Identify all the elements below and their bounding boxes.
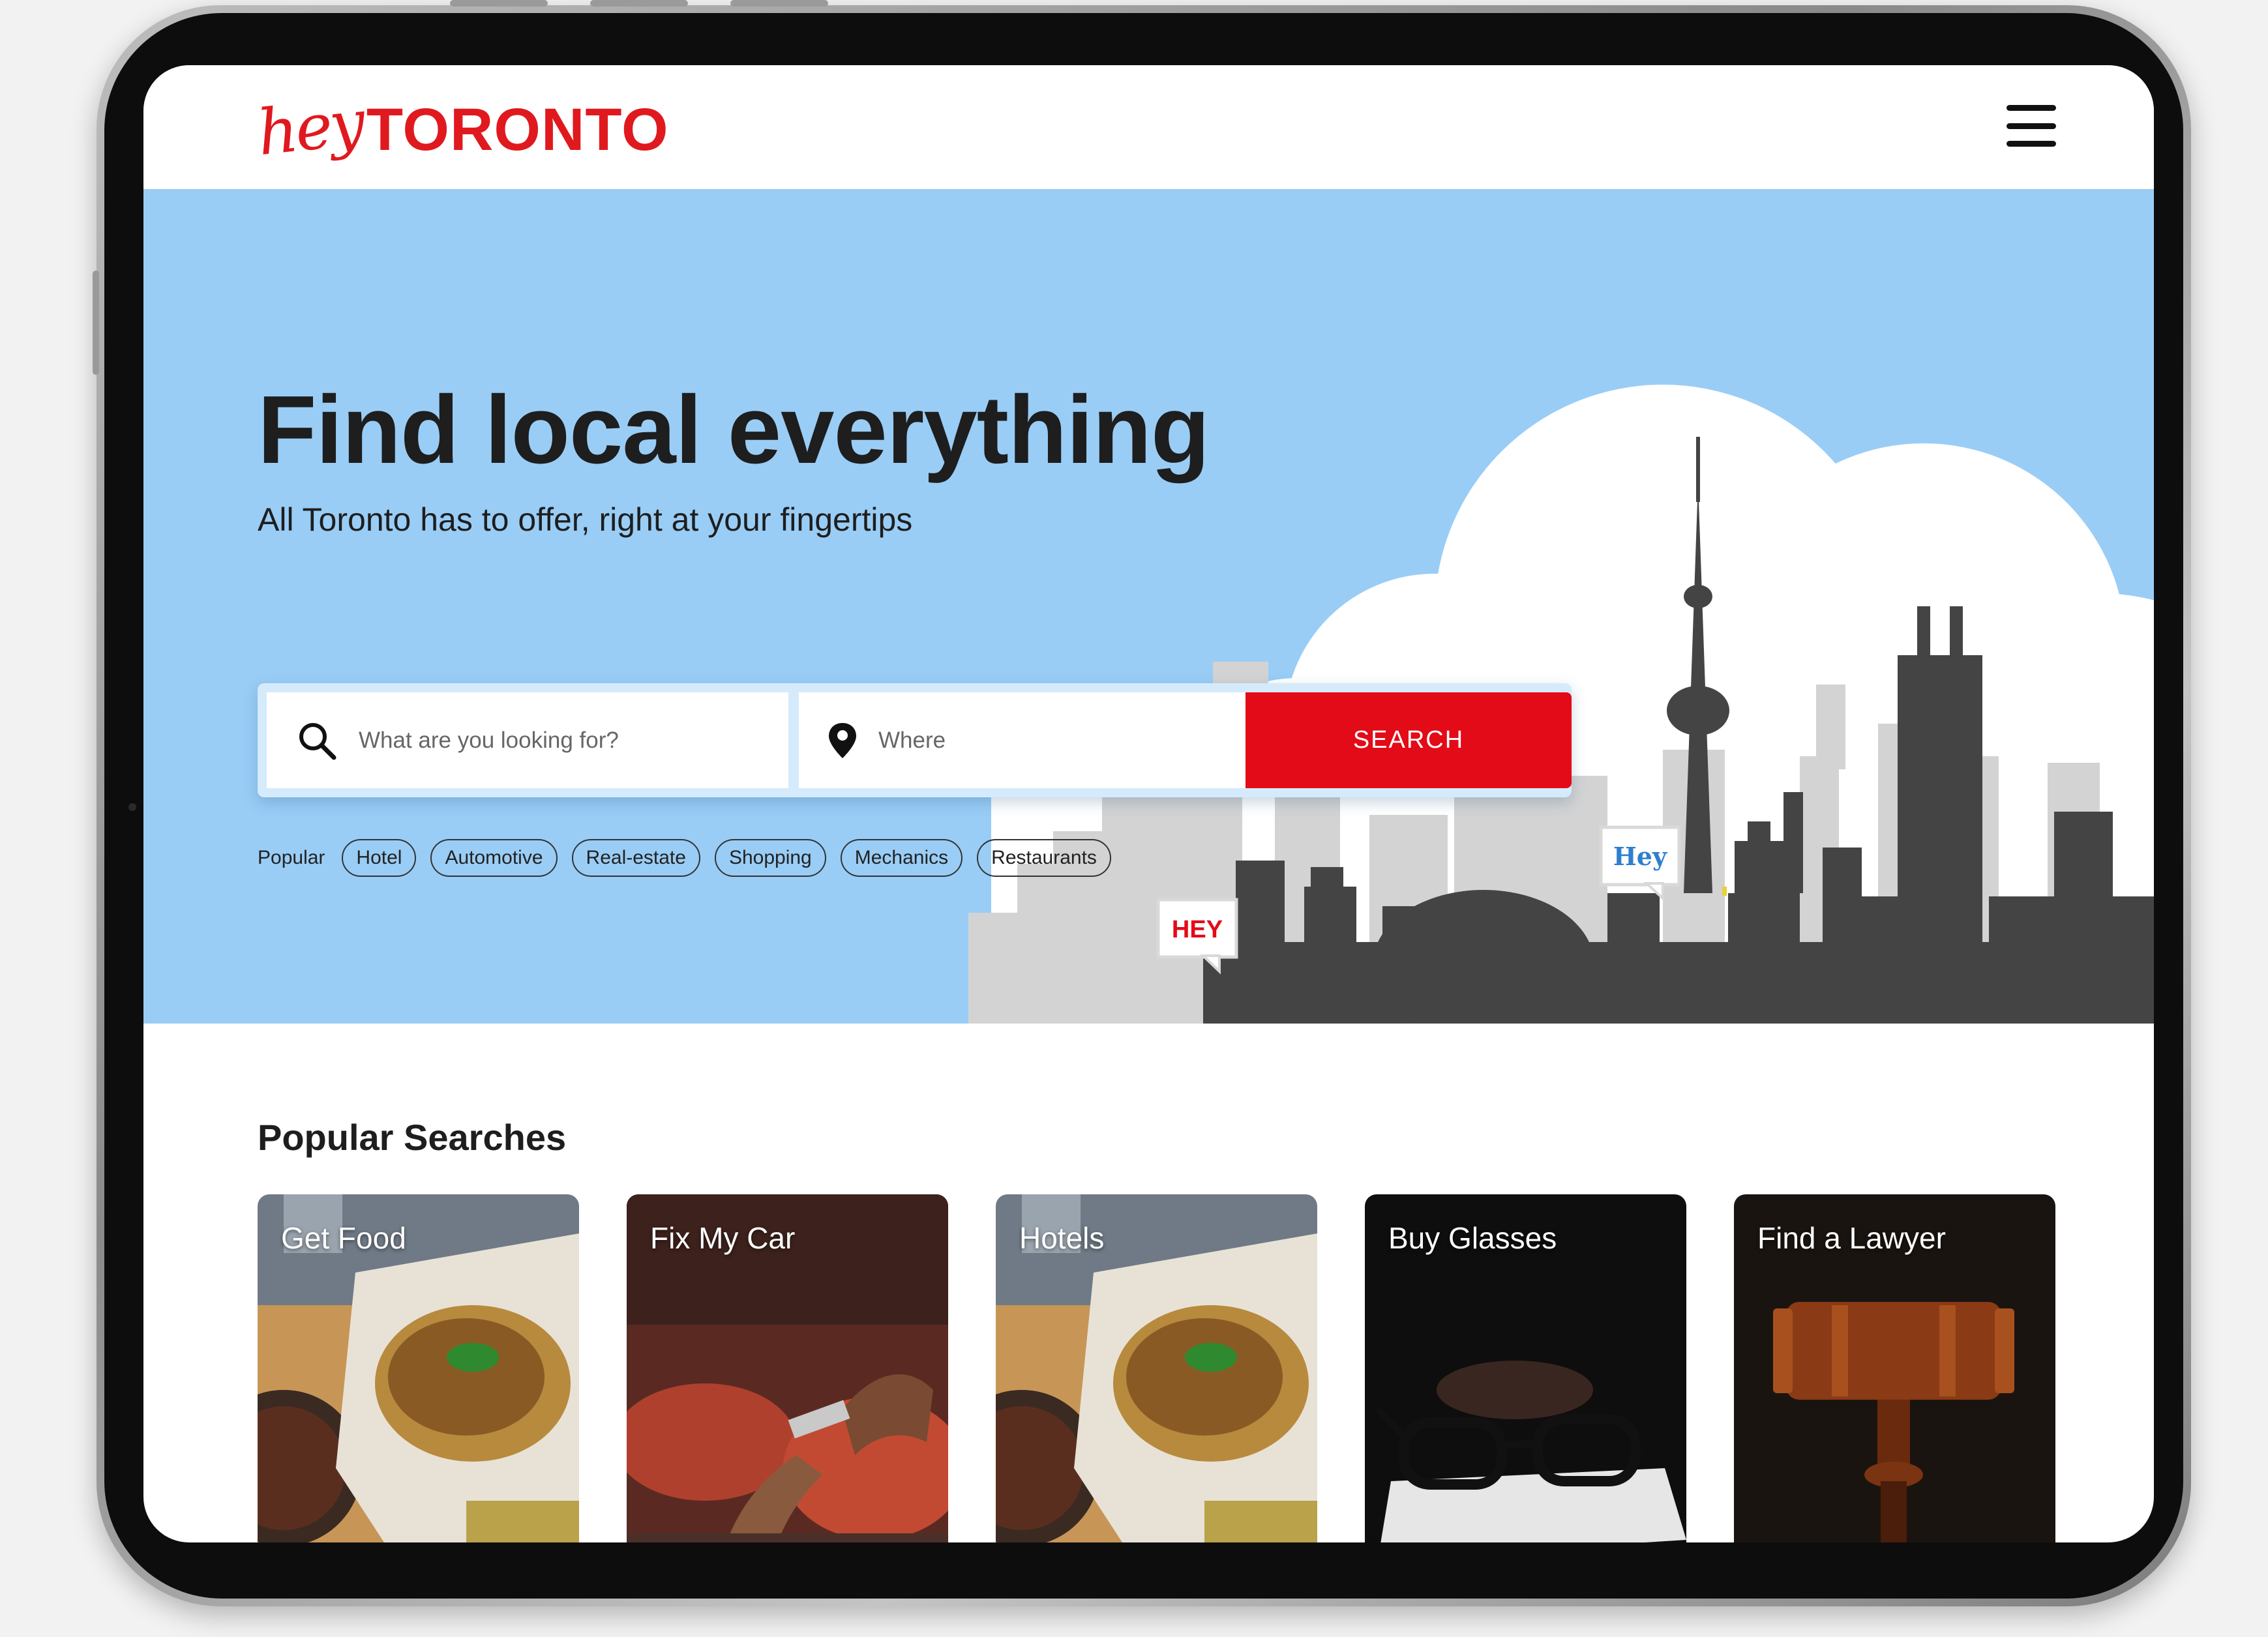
logo-script-text: hey (254, 85, 366, 170)
search-button[interactable]: SEARCH (1246, 692, 1572, 788)
card-label-fix-my-car: Fix My Car (650, 1221, 796, 1255)
card-label-hotels: Hotels (1019, 1221, 1105, 1255)
tablet-screen: hey TORONTO HEY Hey Find local everythin… (143, 65, 2154, 1542)
popular-searches-title: Popular Searches (258, 1117, 567, 1158)
search-icon (299, 722, 336, 760)
hamburger-menu-icon[interactable] (2007, 101, 2056, 151)
hey-toronto-logo[interactable]: hey TORONTO (254, 86, 669, 170)
menu-line (2007, 105, 2056, 111)
tag-hotel[interactable]: Hotel (342, 839, 417, 877)
front-camera (128, 803, 136, 811)
where-search-field[interactable] (799, 692, 1246, 788)
card-hotels[interactable]: Hotels (996, 1194, 1317, 1542)
tag-real-estate[interactable]: Real-estate (571, 839, 700, 877)
bubble-right-text: Hey (1613, 842, 1667, 871)
tag-mechanics[interactable]: Mechanics (840, 839, 963, 877)
top-button-right (730, 0, 828, 7)
bubble-left-text: HEY (1172, 916, 1223, 943)
hero-section: HEY Hey Find local everything All Toront… (143, 189, 2154, 1024)
card-label-get-food: Get Food (281, 1221, 406, 1255)
hero-subtitle: All Toronto has to offer, right at your … (258, 501, 913, 538)
card-fix-my-car[interactable]: Fix My Car (627, 1194, 948, 1542)
top-navigation-bar: hey TORONTO (143, 65, 2154, 189)
tag-automotive[interactable]: Automotive (430, 839, 558, 877)
card-buy-glasses[interactable]: Buy Glasses (1365, 1194, 1686, 1542)
card-get-food[interactable]: Get Food (258, 1194, 579, 1542)
card-label-find-a-lawyer: Find a Lawyer (1757, 1221, 1946, 1255)
tag-restaurants[interactable]: Restaurants (977, 839, 1111, 877)
tag-shopping[interactable]: Shopping (714, 839, 826, 877)
what-search-input[interactable] (357, 726, 777, 754)
location-pin-icon (829, 722, 856, 758)
popular-tags-row: Popular Hotel Automotive Real-estate Sho… (258, 838, 1126, 877)
hero-title: Find local everything (258, 376, 1210, 484)
what-search-field[interactable] (267, 692, 788, 788)
toronto-skyline-illustration: HEY Hey (968, 385, 2154, 1024)
top-button-mid (590, 0, 688, 7)
logo-word-text: TORONTO (366, 96, 669, 163)
search-bar: SEARCH (258, 683, 1572, 797)
where-search-input[interactable] (877, 726, 1237, 754)
card-find-a-lawyer[interactable]: Find a Lawyer (1734, 1194, 2055, 1542)
top-button-left (450, 0, 548, 7)
popular-searches-cards: Get Food Fix My Car Hotels Buy Glasses F… (258, 1194, 2057, 1542)
side-button (93, 271, 99, 375)
popular-label: Popular (258, 847, 325, 868)
menu-line (2007, 123, 2056, 129)
card-label-buy-glasses: Buy Glasses (1388, 1221, 1557, 1255)
menu-line (2007, 141, 2056, 147)
